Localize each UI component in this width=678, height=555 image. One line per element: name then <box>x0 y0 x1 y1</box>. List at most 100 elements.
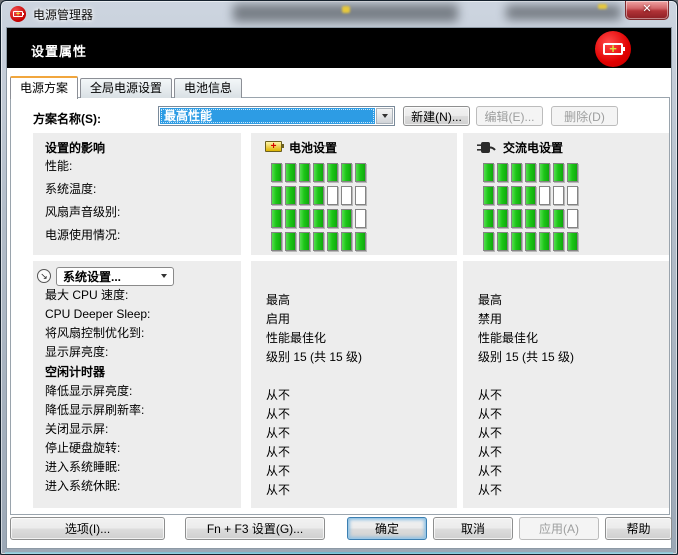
battery-setting-value: 性能最佳化 <box>251 329 457 348</box>
spacer-row <box>463 367 669 386</box>
ac-plug-icon <box>477 141 496 157</box>
meter-block <box>285 186 296 205</box>
meter-block <box>525 163 536 182</box>
meter-block <box>299 163 310 182</box>
battery-setting-value: 从不 <box>251 481 457 500</box>
settings-category-select[interactable]: 系统设置... <box>56 267 174 286</box>
meter-block <box>327 232 338 251</box>
ac-setting-value: 从不 <box>463 386 669 405</box>
level-meter <box>251 207 457 230</box>
effects-title: 设置的影响 <box>33 133 241 155</box>
meter-block <box>327 209 338 228</box>
delete-scheme-button[interactable]: 删除(D) <box>551 106 618 126</box>
meter-block <box>511 163 522 182</box>
meter-block <box>355 186 366 205</box>
level-meter <box>251 161 457 184</box>
help-button[interactable]: 帮助 <box>605 517 672 540</box>
tabstrip: 电源方案全局电源设置电池信息 <box>10 75 244 98</box>
edit-scheme-button[interactable]: 编辑(E)... <box>476 106 543 126</box>
app-battery-icon: + <box>10 6 26 22</box>
titlebar-glass-glint <box>598 4 607 9</box>
ac-settings-header: 交流电设置 <box>503 139 563 156</box>
ac-setting-value: 性能最佳化 <box>463 329 669 348</box>
jump-arrow-icon[interactable]: ↘ <box>37 269 51 283</box>
meter-block <box>497 209 508 228</box>
battery-setting-value: 从不 <box>251 443 457 462</box>
battery-effects-panel: + 电池设置 <box>251 133 457 255</box>
battery-settings-header: 电池设置 <box>289 139 337 156</box>
meter-block <box>567 163 578 182</box>
meter-block <box>285 209 296 228</box>
meter-block <box>525 209 536 228</box>
battery-setting-value: 从不 <box>251 386 457 405</box>
setting-row-label: 进入系统休眠: <box>33 477 241 496</box>
dialog-body: 设置属性 + 电源方案全局电源设置电池信息 方案名称(S): 最高性能 新建(N… <box>6 27 672 549</box>
meter-block <box>355 232 366 251</box>
idle-timers-header: 空闲计时器 <box>33 363 241 382</box>
options-button[interactable]: 选项(I)... <box>10 517 165 540</box>
effect-row-label: 风扇声音级别: <box>33 201 241 224</box>
level-meter <box>251 184 457 207</box>
meter-block <box>539 209 550 228</box>
battery-setting-value: 启用 <box>251 310 457 329</box>
close-icon[interactable]: ✕ <box>625 1 669 20</box>
meter-block <box>271 186 282 205</box>
battery-status-icon: + <box>595 31 631 67</box>
settings-category-value: 系统设置... <box>63 268 121 285</box>
ac-values-panel: 最高禁用性能最佳化级别 15 (共 15 级)从不从不从不从不从不从不 <box>463 261 669 508</box>
level-meter <box>463 161 669 184</box>
ac-setting-value: 从不 <box>463 462 669 481</box>
meter-block <box>299 209 310 228</box>
ac-setting-value: 级别 15 (共 15 级) <box>463 348 669 367</box>
ac-setting-value: 从不 <box>463 405 669 424</box>
spacer-row <box>251 367 457 386</box>
setting-row-label: 停止硬盘旋转: <box>33 439 241 458</box>
cancel-button[interactable]: 取消 <box>433 517 513 540</box>
ac-setting-value: 禁用 <box>463 310 669 329</box>
level-meter <box>463 230 669 253</box>
window-bottom-edge <box>5 552 673 554</box>
meter-block <box>497 232 508 251</box>
meter-block <box>313 232 324 251</box>
battery-setting-value: 最高 <box>251 291 457 310</box>
level-meter <box>251 230 457 253</box>
meter-block <box>313 186 324 205</box>
battery-plus-glyph: + <box>609 42 617 55</box>
meter-block <box>299 232 310 251</box>
meter-block <box>525 186 536 205</box>
power-manager-window: + 电源管理器 ✕ 设置属性 + 电源方案全局电源设置电池信息 方案名称(S):… <box>0 0 678 555</box>
tab-电池信息[interactable]: 电池信息 <box>174 78 242 98</box>
meter-block <box>539 186 550 205</box>
tab-全局电源设置[interactable]: 全局电源设置 <box>80 78 172 98</box>
meter-block <box>539 232 550 251</box>
new-scheme-button[interactable]: 新建(N)... <box>403 106 470 126</box>
footer-button-bar: 选项(I)... Fn + F3 设置(G)... 确定 取消 应用(A) 帮助 <box>7 517 671 540</box>
level-meter <box>463 207 669 230</box>
meter-block <box>553 232 564 251</box>
scheme-name-select[interactable]: 最高性能 <box>158 106 395 126</box>
meter-block <box>341 209 352 228</box>
ac-effects-panel: 交流电设置 <box>463 133 669 255</box>
ac-setting-value: 从不 <box>463 424 669 443</box>
tab-电源方案[interactable]: 电源方案 <box>10 76 78 99</box>
titlebar-glass-glint <box>342 6 350 13</box>
setting-row-label: 降低显示屏亮度: <box>33 382 241 401</box>
meter-block <box>539 163 550 182</box>
ok-button[interactable]: 确定 <box>347 517 427 540</box>
apply-button[interactable]: 应用(A) <box>519 517 599 540</box>
chevron-down-icon[interactable] <box>376 108 393 124</box>
setting-row-label: 将风扇控制优化到: <box>33 324 241 343</box>
titlebar[interactable]: + 电源管理器 ✕ <box>1 1 677 27</box>
meter-block <box>271 209 282 228</box>
fn-f3-settings-button[interactable]: Fn + F3 设置(G)... <box>185 517 325 540</box>
setting-row-label: 最大 CPU 速度: <box>33 286 241 305</box>
meter-block <box>483 186 494 205</box>
meter-block <box>567 209 578 228</box>
meter-block <box>355 163 366 182</box>
meter-block <box>497 186 508 205</box>
scheme-selected-value: 最高性能 <box>160 108 375 124</box>
setting-row-label: CPU Deeper Sleep: <box>33 305 241 324</box>
setting-row-label: 显示屏亮度: <box>33 343 241 362</box>
battery-setting-value: 从不 <box>251 462 457 481</box>
setting-row-label: 降低显示屏刷新率: <box>33 401 241 420</box>
